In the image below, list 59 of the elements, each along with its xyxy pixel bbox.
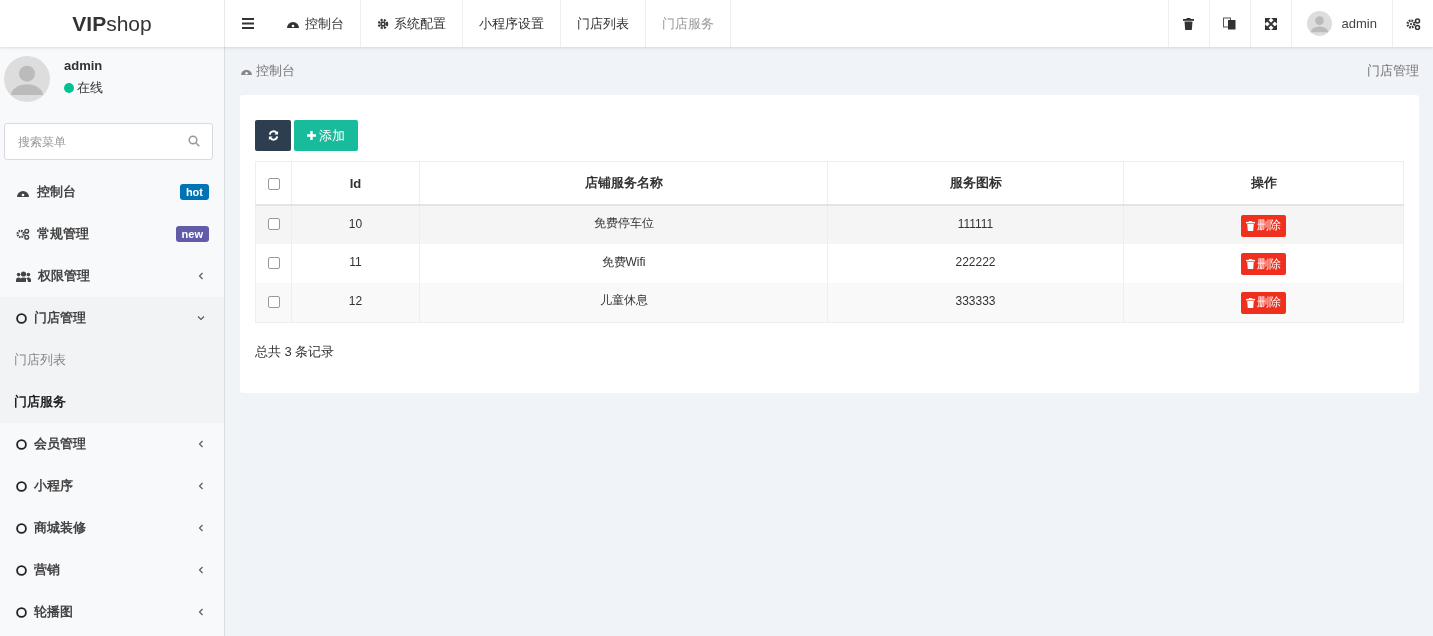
breadcrumb-section: 门店管理 (1367, 62, 1419, 80)
menu-item[interactable]: 营销 (0, 549, 224, 591)
menu-item[interactable]: 门店管理 (0, 297, 224, 339)
checkbox[interactable] (267, 218, 280, 231)
chevron-left-icon (197, 272, 205, 280)
circle-icon (16, 480, 27, 492)
table-cell: 11 (291, 244, 420, 283)
menu-item[interactable]: 商城装修 (0, 507, 224, 549)
refresh-icon (267, 130, 279, 141)
trash-icon (1246, 220, 1255, 231)
user-name: admin (64, 58, 103, 73)
circle-icon (16, 522, 27, 534)
avatar-icon (1306, 11, 1332, 36)
menu-item[interactable]: 小程序 (0, 465, 224, 507)
menu-item[interactable]: 轮播图 (0, 591, 224, 633)
chevron-down-icon (197, 314, 205, 322)
refresh-button[interactable] (255, 120, 291, 151)
chevron-left-icon (197, 482, 205, 490)
chevron-left-icon (197, 440, 205, 448)
submenu-item[interactable]: 门店服务 (0, 381, 224, 423)
table-cell: 10 (291, 205, 420, 244)
users-icon (16, 270, 31, 282)
table-cell: 111111 (827, 205, 1124, 244)
checkbox[interactable] (267, 178, 280, 191)
chevron-left-icon (197, 566, 205, 574)
menu-item[interactable]: 会员管理 (0, 423, 224, 465)
chevron-left-icon (197, 608, 205, 616)
table-cell: 儿童休息 (419, 283, 828, 322)
circle-icon (16, 606, 27, 618)
delete-button[interactable]: 删除 (1241, 253, 1286, 275)
breadcrumb-link[interactable]: 控制台 (256, 62, 295, 80)
menu-badge: hot (179, 184, 209, 200)
search-icon (188, 135, 200, 147)
menu-item[interactable]: 常规管理 new (0, 213, 224, 255)
gears-icon (16, 228, 30, 240)
checkbox[interactable] (267, 295, 280, 308)
gear-icon (377, 17, 389, 30)
circle-icon (16, 312, 27, 324)
table-cell: 333333 (827, 283, 1124, 322)
circle-icon (16, 438, 27, 450)
trash-icon (1246, 297, 1255, 308)
search-field[interactable]: 搜索菜单 (4, 123, 213, 160)
circle-icon (16, 564, 27, 576)
total-records: 总共 3 条记录 (255, 342, 336, 361)
plus-icon (307, 131, 316, 140)
avatar-icon (4, 56, 50, 102)
chevron-left-icon (197, 524, 205, 532)
trash-icon (1246, 259, 1255, 269)
delete-button[interactable]: 删除 (1241, 291, 1286, 314)
checkbox[interactable] (267, 256, 280, 269)
status-text: 在线 (77, 79, 103, 97)
menu-item[interactable]: 权限管理 (0, 255, 224, 297)
table-cell: 免费停车位 (419, 205, 828, 244)
table-cell: 12 (291, 283, 420, 322)
table-cell: 免费Wifi (419, 244, 828, 283)
delete-button[interactable]: 删除 (1241, 214, 1286, 237)
table-cell: 222222 (827, 244, 1124, 283)
menu-item[interactable]: 控制台 hot (0, 171, 224, 213)
menu-badge: new (175, 226, 209, 242)
